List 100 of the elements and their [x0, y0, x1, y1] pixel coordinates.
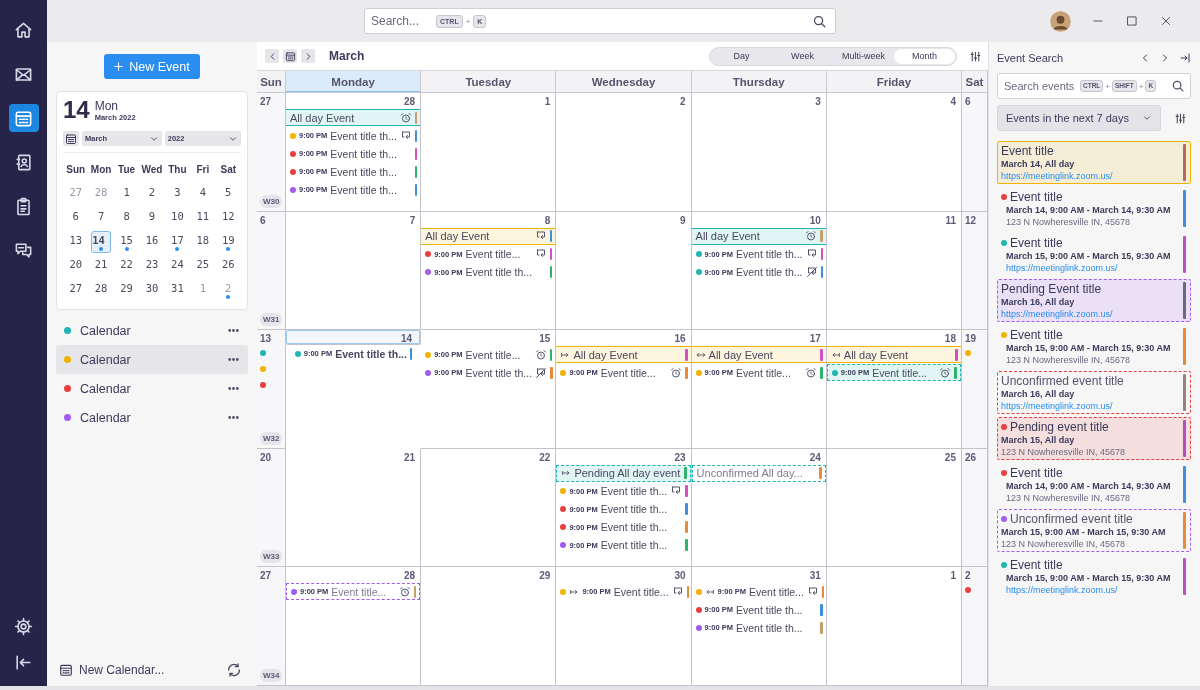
- event-title: Event title...: [465, 348, 521, 361]
- date-cell[interactable]: 2: [142, 183, 162, 205]
- date-cell[interactable]: 15: [116, 231, 137, 253]
- date-cell[interactable]: 3: [167, 183, 188, 205]
- calendar-item[interactable]: Calendar: [56, 403, 248, 432]
- date-cell[interactable]: 6: [65, 207, 86, 229]
- event-result[interactable]: Event title March 14, 9:00 AM - March 14, 9:30 AM 123 N Nowheresville IN, 45678: [997, 463, 1191, 506]
- event-time: March 15, All day: [1001, 435, 1076, 445]
- sliders-icon[interactable]: [969, 49, 982, 63]
- event-result[interactable]: Unconfirmed event title March 15, 9:00 AM - March 15, 9:30 AM 123 N Nowheresville IN, 45678: [997, 509, 1191, 552]
- today-button[interactable]: [283, 49, 297, 63]
- date-cell[interactable]: 18: [192, 231, 213, 253]
- event-result[interactable]: Event title March 15, 9:00 AM - March 15, 9:30 AM 123 N Nowheresville IN, 45678: [997, 325, 1191, 368]
- event-chip[interactable]: All day Event: [421, 227, 556, 245]
- next-button[interactable]: [301, 49, 315, 63]
- date-cell[interactable]: 22: [116, 255, 137, 277]
- calendar-nav-button[interactable]: [8, 104, 39, 132]
- date-cell[interactable]: 25: [192, 255, 213, 277]
- day-number: 3: [814, 95, 822, 108]
- weekday-label: Thu: [168, 163, 187, 177]
- date-cell[interactable]: 1: [116, 183, 137, 205]
- collapse-icon[interactable]: [1179, 52, 1191, 64]
- date-cell[interactable]: 24: [167, 255, 188, 277]
- date-cell[interactable]: 28: [91, 279, 112, 301]
- collapse-icon[interactable]: [14, 653, 33, 672]
- date-cell[interactable]: 23: [142, 255, 162, 277]
- event-result[interactable]: Event title March 14, 9:00 AM - March 14, 9:30 AM 123 N Nowheresville IN, 45678: [997, 187, 1191, 230]
- event-title: Event title th...: [330, 183, 397, 196]
- sliders-icon[interactable]: [1174, 111, 1187, 125]
- date-cell[interactable]: 27: [65, 279, 86, 301]
- calendar-name: Calendar: [80, 381, 131, 396]
- calendar-item[interactable]: Calendar: [56, 316, 248, 345]
- range-dropdown[interactable]: Events in the next 7 days: [997, 105, 1161, 131]
- date-cell[interactable]: 17: [167, 231, 188, 253]
- date-cell[interactable]: 14: [91, 231, 112, 253]
- search-input[interactable]: Search...: [371, 14, 433, 28]
- event-result[interactable]: Event title March 14, All day https://meetinglink.zoom.us/: [997, 141, 1191, 184]
- date-cell[interactable]: 20: [65, 255, 86, 277]
- event-title: Pending Event title: [1001, 282, 1102, 296]
- event-result[interactable]: Unconfirmed event title March 16, All day https://meetinglink.zoom.us/: [997, 371, 1191, 414]
- day-number: 17: [808, 332, 822, 346]
- view-tab[interactable]: Month: [894, 48, 955, 64]
- event-time: March 15, 9:00 AM - March 15, 9:30 AM: [1005, 573, 1172, 583]
- calendar-item[interactable]: Calendar: [56, 374, 248, 403]
- event-result[interactable]: Event title March 15, 9:00 AM - March 15, 9:30 AM https://meetinglink.zoom.us/: [997, 233, 1191, 276]
- event-chip[interactable]: All day Event: [556, 346, 691, 364]
- settings-icon[interactable]: [14, 617, 33, 636]
- event-chip[interactable]: All day Event: [826, 346, 961, 364]
- month-title: March: [329, 49, 365, 63]
- search-input[interactable]: Search events: [1004, 80, 1078, 92]
- close-icon[interactable]: [1159, 14, 1173, 28]
- day-number: 28: [403, 569, 417, 583]
- date-cell[interactable]: 19: [218, 231, 239, 253]
- event-title: Event title th...: [600, 485, 668, 498]
- plus-icon: [112, 60, 126, 73]
- search-icon[interactable]: [1171, 79, 1185, 93]
- date-cell[interactable]: 16: [142, 231, 162, 253]
- view-tab[interactable]: Multi-week: [833, 48, 894, 64]
- event-title: Event title th...: [600, 539, 668, 552]
- date-cell[interactable]: 29: [116, 279, 137, 301]
- event-chip[interactable]: All day Event: [691, 227, 826, 245]
- date-cell[interactable]: 12: [218, 207, 239, 229]
- view-tab[interactable]: Day: [711, 48, 772, 64]
- maximize-icon[interactable]: [1125, 14, 1139, 28]
- date-cell[interactable]: 21: [91, 255, 112, 277]
- date-cell[interactable]: 11: [192, 207, 213, 229]
- search-icon[interactable]: [812, 13, 827, 29]
- avatar[interactable]: [1050, 10, 1071, 32]
- event-chip[interactable]: Unconfirmed All day...: [691, 464, 826, 482]
- event-chip[interactable]: All day Event: [286, 109, 421, 126]
- alarm-icon: [939, 366, 952, 379]
- date-cell[interactable]: 26: [218, 255, 239, 277]
- event-address: 123 N Nowheresville IN, 45678: [1005, 493, 1132, 503]
- event-title: Pending event title: [1010, 420, 1109, 434]
- event-time: March 16, All day: [1001, 389, 1076, 399]
- date-cell[interactable]: 30: [142, 279, 162, 301]
- date-cell[interactable]: 31: [167, 279, 188, 301]
- event-chip[interactable]: All day Event: [691, 346, 826, 364]
- new-calendar-button[interactable]: New Calendar...: [59, 663, 165, 677]
- date-cell[interactable]: 5: [218, 183, 239, 205]
- calendar-item[interactable]: Calendar: [56, 345, 248, 374]
- event-result[interactable]: Pending event title March 15, All day 123 N Nowheresville IN, 45678: [997, 417, 1191, 460]
- date-cell[interactable]: 13: [65, 231, 86, 253]
- sync-icon[interactable]: [226, 662, 242, 678]
- today-button[interactable]: [63, 131, 79, 146]
- chat-bubbles-icon: [14, 240, 33, 260]
- date-cell[interactable]: 7: [91, 207, 112, 229]
- previous-button[interactable]: [265, 49, 279, 63]
- view-tab[interactable]: Week: [772, 48, 833, 64]
- date-cell[interactable]: 8: [116, 207, 137, 229]
- event-result[interactable]: Event title March 15, 9:00 AM - March 15, 9:30 AM https://meetinglink.zoom.us/: [997, 555, 1191, 598]
- date-cell[interactable]: 9: [142, 207, 162, 229]
- date-cell[interactable]: 10: [167, 207, 188, 229]
- event-title: All day Event: [425, 230, 490, 243]
- day-number: 13: [259, 332, 273, 346]
- date-cell[interactable]: 4: [192, 183, 213, 205]
- event-title: All day Event: [708, 348, 773, 361]
- event-chip[interactable]: Pending All day event: [556, 464, 691, 482]
- event-result[interactable]: Pending Event title March 16, All day https://meetinglink.zoom.us/: [997, 279, 1191, 322]
- day-number: 26: [964, 450, 978, 464]
